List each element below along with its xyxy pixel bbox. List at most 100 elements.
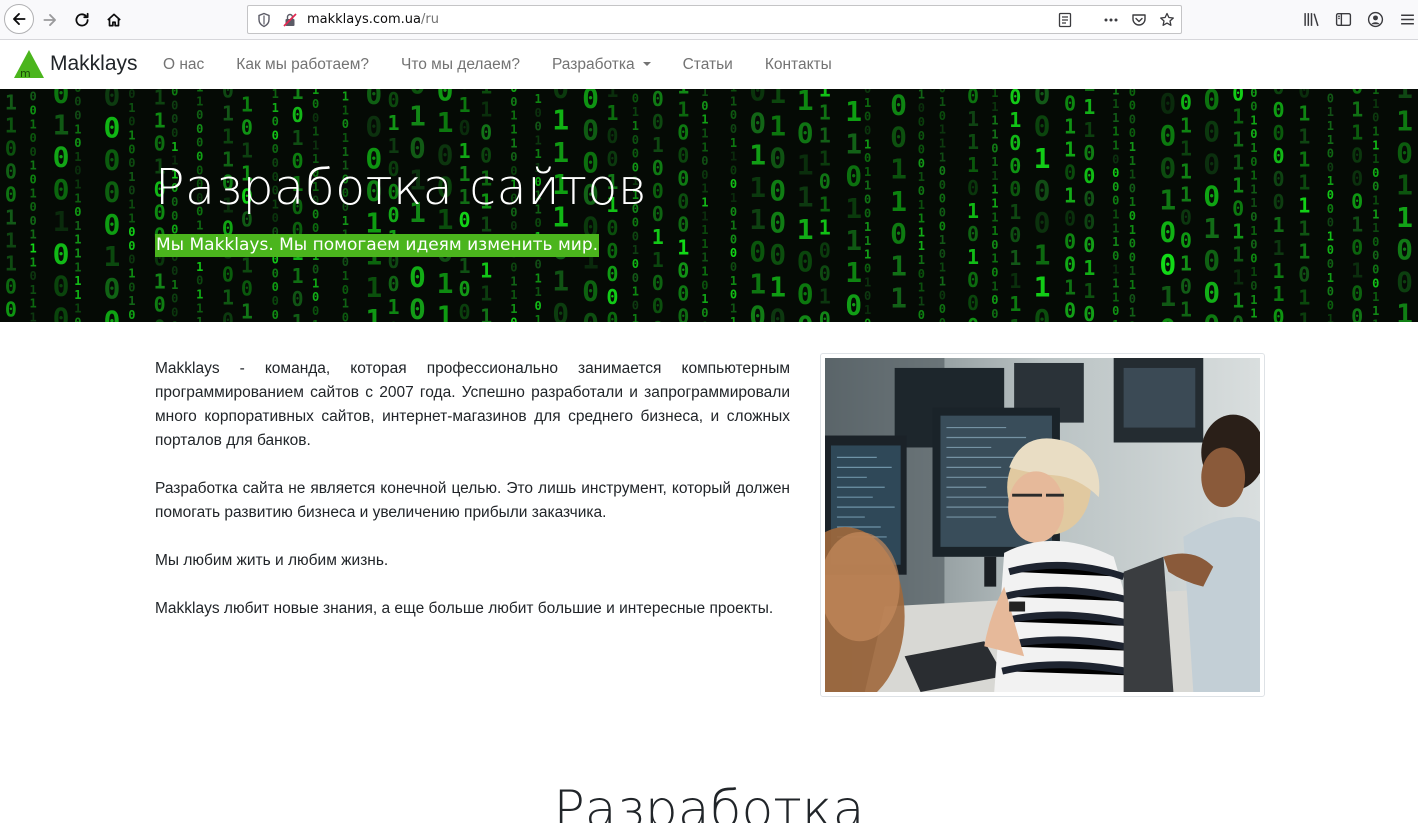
svg-text:0: 0 — [967, 268, 979, 292]
svg-text:1: 1 — [939, 275, 946, 289]
svg-text:1: 1 — [769, 109, 786, 142]
home-icon[interactable] — [100, 6, 128, 34]
svg-text:0: 0 — [769, 142, 786, 175]
reader-view-icon[interactable] — [1055, 10, 1075, 30]
nav-links: О нас Как мы работаем? Что мы делаем? Ра… — [147, 40, 848, 89]
svg-text:0: 0 — [701, 168, 708, 182]
reload-icon[interactable] — [68, 6, 96, 34]
svg-text:1: 1 — [749, 267, 766, 300]
nav-item-how-we-work[interactable]: Как мы работаем? — [220, 56, 385, 74]
svg-text:1: 1 — [312, 318, 319, 322]
svg-text:0: 0 — [1203, 89, 1220, 116]
svg-text:1: 1 — [1327, 133, 1334, 147]
svg-text:0: 0 — [53, 89, 70, 109]
svg-text:0: 0 — [535, 106, 542, 120]
url-text[interactable]: makklays.com.ua/ru — [307, 12, 439, 27]
svg-text:1: 1 — [890, 282, 907, 315]
svg-text:1: 1 — [1180, 182, 1192, 206]
svg-text:0: 0 — [730, 260, 737, 274]
svg-text:0: 0 — [1372, 180, 1379, 194]
nav-item-development-dropdown[interactable]: Разработка — [536, 56, 667, 74]
svg-text:1: 1 — [196, 315, 203, 322]
account-icon[interactable] — [1364, 8, 1386, 30]
nav-item-what-we-do[interactable]: Что мы делаем? — [385, 56, 536, 74]
svg-text:1: 1 — [535, 133, 542, 147]
svg-text:0: 0 — [1250, 210, 1257, 224]
svg-text:0: 0 — [30, 145, 37, 159]
svg-text:1: 1 — [1112, 111, 1119, 125]
svg-text:1: 1 — [1129, 154, 1136, 168]
svg-text:0: 0 — [388, 89, 400, 112]
svg-text:0: 0 — [312, 97, 319, 111]
pocket-icon[interactable] — [1129, 10, 1149, 30]
svg-text:1: 1 — [1372, 290, 1379, 304]
svg-text:1: 1 — [701, 251, 708, 265]
svg-text:0: 0 — [409, 260, 426, 293]
svg-text:1: 1 — [1203, 212, 1220, 245]
svg-text:1: 1 — [864, 303, 871, 317]
svg-text:1: 1 — [1232, 127, 1244, 151]
sidebar-icon[interactable] — [1332, 8, 1354, 30]
svg-text:0: 0 — [701, 306, 708, 320]
svg-text:1: 1 — [1327, 174, 1334, 188]
svg-text:1: 1 — [104, 240, 121, 273]
svg-text:0: 0 — [730, 232, 737, 246]
more-actions-icon[interactable] — [1101, 10, 1121, 30]
svg-text:0: 0 — [128, 239, 135, 253]
svg-text:0: 0 — [967, 89, 979, 108]
svg-text:0: 0 — [1372, 249, 1379, 263]
svg-text:0: 0 — [652, 156, 664, 180]
svg-text:1: 1 — [74, 178, 81, 192]
svg-text:1: 1 — [1083, 279, 1095, 303]
svg-text:0: 0 — [5, 136, 17, 160]
svg-text:1: 1 — [918, 89, 925, 101]
tracking-shield-icon[interactable] — [256, 12, 272, 28]
svg-text:1: 1 — [1009, 108, 1021, 132]
svg-text:0: 0 — [606, 216, 618, 240]
svg-text:1: 1 — [1112, 318, 1119, 322]
svg-text:0: 0 — [918, 156, 925, 170]
svg-text:1: 1 — [864, 137, 871, 151]
svg-text:0: 0 — [939, 219, 946, 233]
svg-text:0: 0 — [171, 112, 178, 126]
svg-text:0: 0 — [30, 90, 37, 104]
insecure-lock-icon[interactable] — [282, 12, 298, 28]
brand-link[interactable]: m Makklays — [13, 48, 138, 80]
svg-text:1: 1 — [1009, 246, 1021, 270]
menu-icon[interactable] — [1396, 8, 1418, 30]
svg-text:0: 0 — [510, 95, 517, 109]
svg-text:1: 1 — [918, 198, 925, 212]
svg-text:1: 1 — [312, 125, 319, 139]
svg-text:0: 0 — [1327, 243, 1334, 257]
svg-text:1: 1 — [222, 125, 234, 149]
nav-item-contacts[interactable]: Контакты — [749, 56, 848, 74]
nav-item-articles[interactable]: Статьи — [667, 56, 749, 74]
svg-text:0: 0 — [1232, 89, 1244, 105]
bookmark-star-icon[interactable] — [1157, 10, 1177, 30]
svg-text:0: 0 — [222, 89, 234, 103]
svg-text:0: 0 — [1250, 89, 1257, 100]
library-icon[interactable] — [1300, 8, 1322, 30]
svg-text:1: 1 — [1250, 307, 1257, 321]
back-arrow-icon[interactable] — [4, 4, 34, 34]
svg-text:0: 0 — [730, 288, 737, 302]
svg-text:1: 1 — [272, 89, 279, 101]
svg-text:1: 1 — [991, 197, 998, 211]
svg-text:0: 0 — [459, 277, 471, 301]
svg-text:1: 1 — [74, 274, 81, 288]
svg-text:1: 1 — [1009, 200, 1021, 224]
svg-text:0: 0 — [1396, 233, 1413, 266]
svg-text:0: 0 — [171, 264, 178, 278]
forward-arrow-icon[interactable] — [36, 6, 64, 34]
svg-text:0: 0 — [1129, 112, 1136, 126]
svg-text:0: 0 — [1250, 320, 1257, 322]
svg-text:1: 1 — [701, 265, 708, 279]
svg-text:1: 1 — [701, 237, 708, 251]
nav-item-about[interactable]: О нас — [147, 56, 220, 74]
svg-text:0: 0 — [1129, 292, 1136, 306]
svg-text:0: 0 — [459, 116, 471, 140]
url-bar[interactable]: makklays.com.ua/ru — [247, 5, 1182, 34]
svg-text:1: 1 — [864, 96, 871, 110]
svg-text:0: 0 — [241, 115, 253, 139]
